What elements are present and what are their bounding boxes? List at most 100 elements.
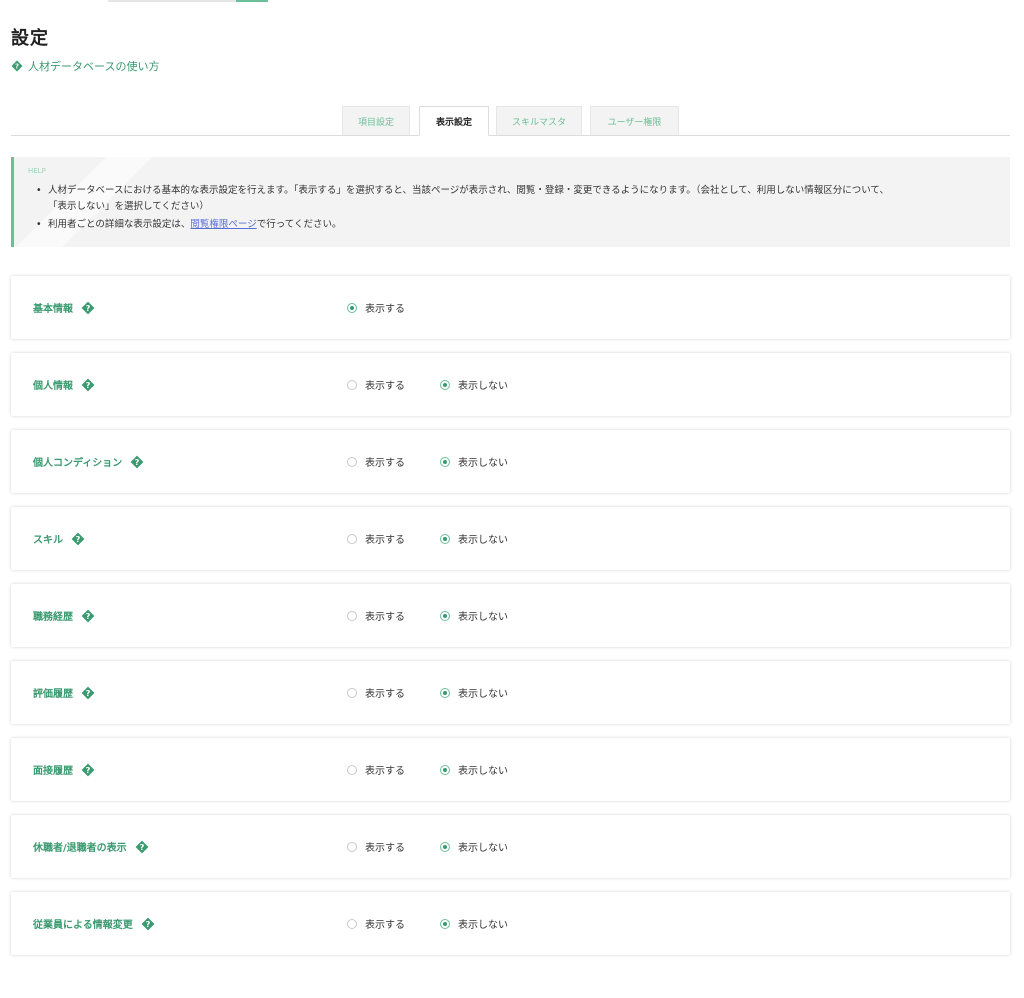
- help-item: 利用者ごとの詳細な表示設定は、閲覧権限ページで行ってください。: [36, 217, 996, 233]
- setting-label-text: 基本情報: [33, 304, 73, 315]
- radio-option-label: 表示しない: [458, 458, 508, 469]
- radio-option-hide[interactable]: 表示しない: [440, 584, 508, 647]
- setting-label: 面接履歴?: [33, 738, 95, 801]
- setting-row: 基本情報? 表示する: [11, 276, 1010, 339]
- radio-button[interactable]: [347, 841, 357, 852]
- radio-option-label: 表示しない: [458, 843, 508, 854]
- radio-option-label: 表示しない: [458, 920, 508, 931]
- setting-row: 個人情報? 表示する 表示しない: [11, 353, 1010, 416]
- radio-option-show[interactable]: 表示する: [347, 892, 405, 955]
- radio-button[interactable]: [440, 764, 450, 775]
- setting-row: スキル? 表示する 表示しない: [11, 507, 1010, 570]
- radio-option-label: 表示しない: [458, 689, 508, 700]
- setting-label: 評価履歴?: [33, 661, 95, 724]
- diamond-question-icon[interactable]: ?: [130, 455, 144, 469]
- radio-option-show[interactable]: 表示する: [347, 815, 405, 878]
- setting-label: 基本情報?: [33, 276, 95, 339]
- radio-option-hide[interactable]: 表示しない: [440, 892, 508, 955]
- radio-button[interactable]: [440, 379, 450, 390]
- radio-option-label: 表示する: [365, 612, 405, 623]
- radio-option-show[interactable]: 表示する: [347, 353, 405, 416]
- radio-button[interactable]: [440, 533, 450, 544]
- radio-option-label: 表示する: [365, 766, 405, 777]
- help-item-text: 利用者ごとの詳細な表示設定は、: [48, 219, 191, 230]
- radio-option-show[interactable]: 表示する: [347, 507, 405, 570]
- diamond-question-icon[interactable]: ?: [81, 763, 95, 777]
- radio-option-label: 表示しない: [458, 612, 508, 623]
- svg-text:?: ?: [76, 533, 81, 543]
- setting-label-text: 従業員による情報変更: [33, 920, 133, 931]
- usage-help-link-label[interactable]: 人材データベースの使い方: [28, 58, 159, 74]
- diamond-question-icon[interactable]: ?: [141, 917, 155, 931]
- radio-button[interactable]: [440, 456, 450, 467]
- setting-label: 休職者/退職者の表示?: [33, 815, 149, 878]
- help-box: HELP 人材データベースにおける基本的な表示設定を行えます。「表示する」を選択…: [11, 157, 1010, 247]
- page-title: 設定: [11, 28, 49, 49]
- tab-item-settings[interactable]: 項目設定: [342, 106, 410, 135]
- radio-option-label: 表示する: [365, 843, 405, 854]
- radio-button[interactable]: [347, 533, 357, 544]
- diamond-question-icon[interactable]: ?: [135, 840, 149, 854]
- radio-option-hide[interactable]: 表示しない: [440, 738, 508, 801]
- setting-row: 従業員による情報変更? 表示する 表示しない: [11, 892, 1010, 955]
- radio-button[interactable]: [440, 610, 450, 621]
- radio-option-label: 表示する: [365, 458, 405, 469]
- help-item: 人材データベースにおける基本的な表示設定を行えます。「表示する」を選択すると、当…: [36, 183, 996, 215]
- radio-option-show[interactable]: 表示する: [347, 430, 405, 493]
- diamond-question-icon: ?: [11, 60, 23, 72]
- radio-option-show[interactable]: 表示する: [347, 584, 405, 647]
- svg-text:?: ?: [135, 456, 140, 466]
- radio-option-show[interactable]: 表示する: [347, 738, 405, 801]
- radio-option-label: 表示する: [365, 689, 405, 700]
- radio-button[interactable]: [347, 687, 357, 698]
- tab-skill-master[interactable]: スキルマスタ: [496, 106, 582, 135]
- radio-option-hide[interactable]: 表示しない: [440, 815, 508, 878]
- setting-label: スキル?: [33, 507, 85, 570]
- radio-button[interactable]: [347, 610, 357, 621]
- svg-text:?: ?: [145, 918, 150, 928]
- top-bar-accent-segment: [236, 0, 268, 2]
- tab-display-settings[interactable]: 表示設定: [419, 106, 489, 136]
- svg-text:?: ?: [86, 302, 91, 312]
- setting-label: 個人コンディション?: [33, 430, 144, 493]
- radio-button[interactable]: [440, 841, 450, 852]
- radio-button[interactable]: [440, 918, 450, 929]
- tab-user-permissions[interactable]: ユーザー権限: [590, 106, 679, 135]
- diamond-question-icon[interactable]: ?: [71, 532, 85, 546]
- radio-button[interactable]: [347, 302, 357, 313]
- help-list: 人材データベースにおける基本的な表示設定を行えます。「表示する」を選択すると、当…: [36, 183, 996, 235]
- setting-label-text: 個人コンディション: [33, 458, 123, 469]
- usage-help-link[interactable]: ? 人材データベースの使い方: [11, 58, 159, 74]
- radio-option-label: 表示する: [365, 535, 405, 546]
- svg-text:?: ?: [86, 610, 91, 620]
- setting-label-text: 個人情報: [33, 381, 73, 392]
- radio-option-label: 表示しない: [458, 766, 508, 777]
- view-permission-page-link[interactable]: 閲覧権限ページ: [190, 219, 256, 230]
- svg-text:?: ?: [15, 62, 19, 70]
- radio-option-hide[interactable]: 表示しない: [440, 507, 508, 570]
- radio-option-label: 表示しない: [458, 381, 508, 392]
- setting-row: 面接履歴? 表示する 表示しない: [11, 738, 1010, 801]
- diamond-question-icon[interactable]: ?: [81, 378, 95, 392]
- setting-label: 個人情報?: [33, 353, 95, 416]
- setting-row: 職務経歴? 表示する 表示しない: [11, 584, 1010, 647]
- diamond-question-icon[interactable]: ?: [81, 609, 95, 623]
- radio-option-hide[interactable]: 表示しない: [440, 661, 508, 724]
- help-label: HELP: [28, 167, 46, 175]
- radio-option-label: 表示しない: [458, 535, 508, 546]
- radio-button[interactable]: [347, 764, 357, 775]
- diamond-question-icon[interactable]: ?: [81, 301, 95, 315]
- radio-option-hide[interactable]: 表示しない: [440, 430, 508, 493]
- radio-button[interactable]: [347, 918, 357, 929]
- radio-option-show[interactable]: 表示する: [347, 276, 405, 339]
- radio-button[interactable]: [347, 456, 357, 467]
- radio-option-show[interactable]: 表示する: [347, 661, 405, 724]
- svg-text:?: ?: [86, 764, 91, 774]
- radio-button[interactable]: [440, 687, 450, 698]
- radio-button[interactable]: [347, 379, 357, 390]
- diamond-question-icon[interactable]: ?: [81, 686, 95, 700]
- top-bar-segment: [108, 0, 236, 2]
- help-item-text-cont: 「表示しない」を選択してください）: [48, 201, 209, 212]
- setting-label-text: 面接履歴: [33, 766, 73, 777]
- radio-option-hide[interactable]: 表示しない: [440, 353, 508, 416]
